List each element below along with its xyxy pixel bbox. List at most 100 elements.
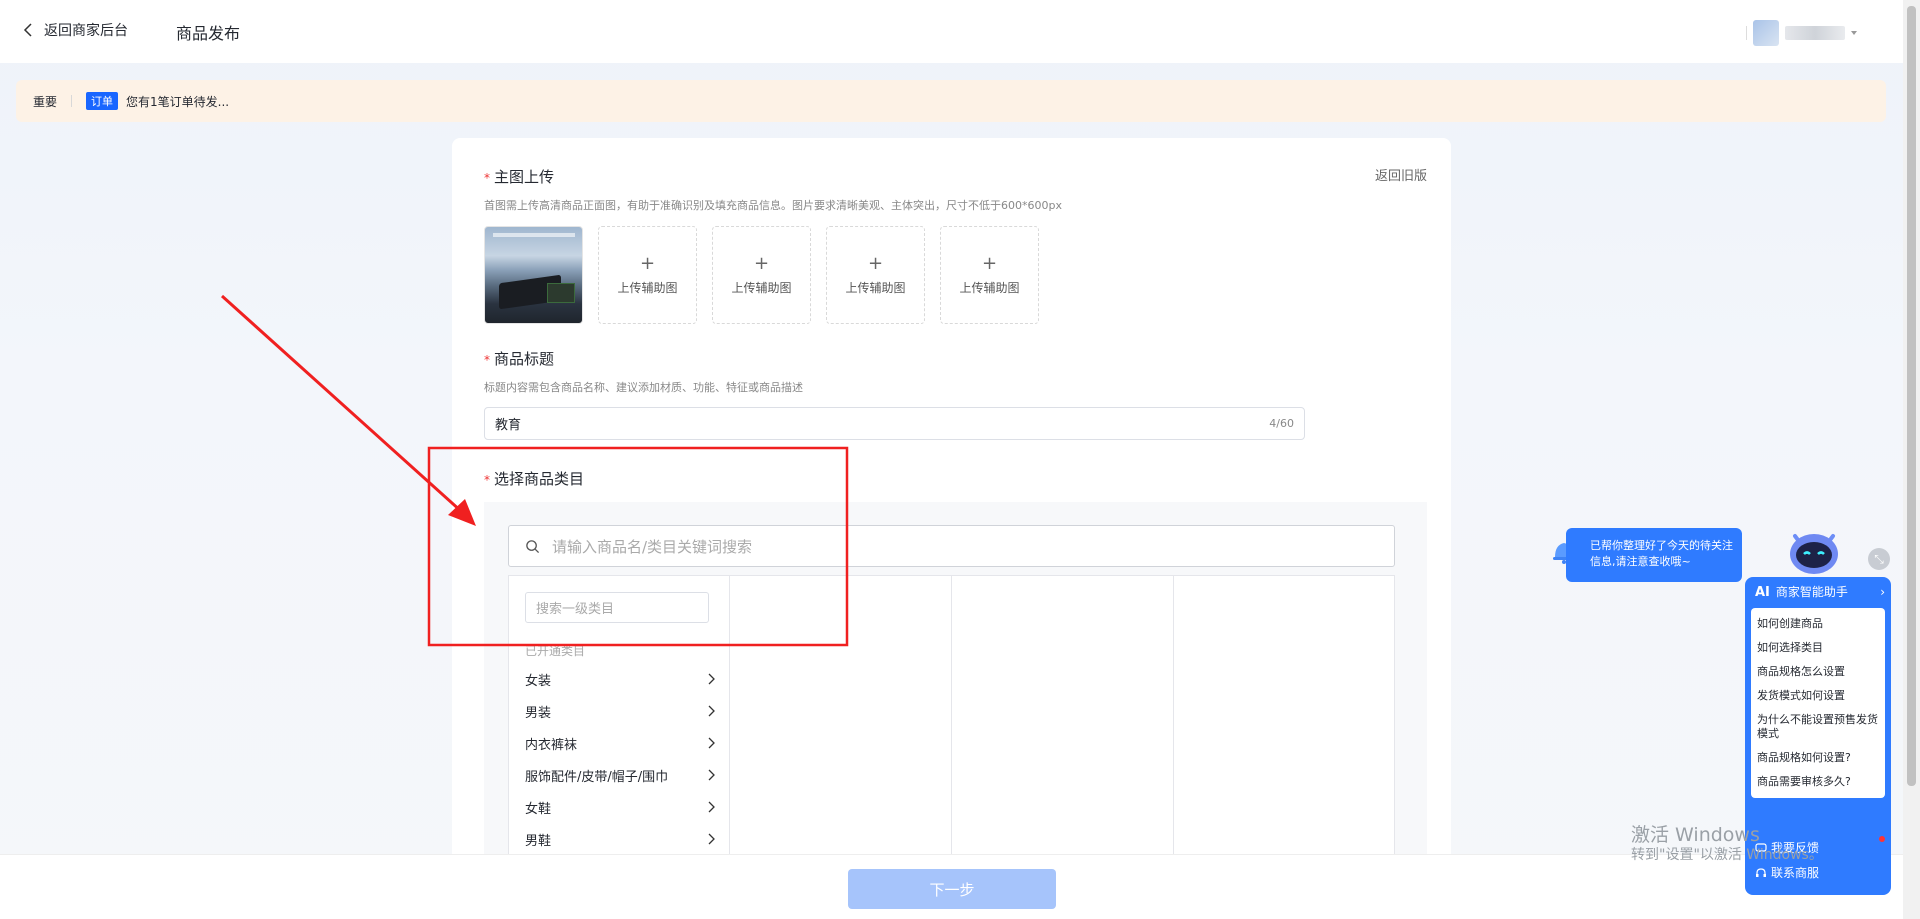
image-header-strip	[493, 233, 575, 237]
category-item-label: 男装	[525, 705, 552, 721]
upload-label: 上传辅助图	[617, 280, 678, 295]
ai-assistant-title: 商家智能助手	[1775, 585, 1848, 599]
upload-label: 上传辅助图	[959, 280, 1020, 295]
main-image-label-text: 主图上传	[494, 168, 555, 186]
category-item-label: 男鞋	[525, 833, 552, 849]
required-mark: *	[484, 353, 490, 367]
notice-important-label: 重要	[33, 94, 58, 109]
ai-assistant-header[interactable]: AI 商家智能助手 ›	[1755, 583, 1885, 601]
ai-question-item[interactable]: 如何选择类目	[1751, 636, 1885, 660]
chevron-right-icon	[708, 737, 715, 749]
caret-down-icon	[1851, 31, 1857, 35]
category-level2-column	[730, 576, 952, 897]
chevron-right-icon	[708, 801, 715, 813]
category-item[interactable]: 男鞋	[525, 828, 715, 850]
notice-bar: 重要 订单 您有1笔订单待发...	[16, 80, 1886, 122]
plus-icon: +	[639, 252, 656, 274]
assistant-robot-icon[interactable]	[1785, 526, 1843, 578]
product-title-label: * 商品标题	[484, 348, 554, 369]
product-title-hint: 标题内容需包含商品名称、建议添加材质、功能、特征或商品描述	[484, 381, 803, 394]
notice-text[interactable]: 您有1笔订单待发...	[126, 93, 229, 110]
category-item[interactable]: 女装	[525, 668, 715, 690]
page-title: 商品发布	[176, 24, 241, 43]
upload-aux-image-1[interactable]: + 上传辅助图	[598, 226, 697, 324]
chevron-right-icon: ›	[1880, 584, 1885, 599]
plus-icon: +	[981, 252, 998, 274]
chevron-right-icon	[708, 769, 715, 781]
user-name-blurred	[1785, 26, 1845, 40]
category-item[interactable]: 服饰配件/皮带/帽子/围巾	[525, 764, 715, 786]
product-title-value: 教育	[495, 418, 522, 433]
category-item[interactable]: 男装	[525, 700, 715, 722]
back-label: 返回商家后台	[44, 23, 128, 39]
main-image-hint: 首图需上传高清商品正面图，有助于准确识别及填充商品信息。图片要求清晰美观、主体突…	[484, 199, 1062, 212]
level1-search-input[interactable]: 搜索一级类目	[525, 592, 709, 623]
product-title-input[interactable]: 教育 4/60	[484, 407, 1305, 440]
image-product-cartridge	[547, 283, 575, 303]
ai-question-item[interactable]: 为什么不能设置预售发货模式	[1751, 708, 1885, 746]
upload-aux-image-3[interactable]: + 上传辅助图	[826, 226, 925, 324]
top-bar: 返回商家后台 商品发布	[0, 0, 1903, 63]
chevron-right-icon	[708, 705, 715, 717]
ai-question-list: 如何创建商品 如何选择类目 商品规格怎么设置 发货模式如何设置 为什么不能设置预…	[1751, 608, 1885, 798]
chevron-right-icon	[708, 673, 715, 685]
category-search-placeholder: 请输入商品名/类目关键词搜索	[552, 537, 753, 556]
category-label-text: 选择商品类目	[494, 470, 585, 488]
plus-icon: +	[753, 252, 770, 274]
notification-dot	[1879, 836, 1885, 842]
category-item-label: 女装	[525, 673, 552, 689]
main-image-label: * 主图上传	[484, 166, 554, 187]
ai-question-item[interactable]: 如何创建商品	[1751, 612, 1885, 636]
watermark-line1: 激活 Windows	[1631, 824, 1760, 846]
back-to-old-version-link[interactable]: 返回旧版	[1375, 165, 1427, 184]
main-product-image[interactable]	[484, 226, 583, 324]
category-label: * 选择商品类目	[484, 468, 584, 489]
required-mark: *	[484, 171, 490, 185]
collapse-icon[interactable]: ⤡	[1868, 548, 1890, 570]
upload-label: 上传辅助图	[731, 280, 792, 295]
ai-question-item[interactable]: 商品规格怎么设置	[1751, 660, 1885, 684]
upload-label: 上传辅助图	[845, 280, 906, 295]
contact-service-button[interactable]: 联系商服	[1755, 864, 1819, 881]
next-step-button[interactable]: 下一步	[848, 869, 1056, 909]
plus-icon: +	[867, 252, 884, 274]
bottom-action-bar: 下一步	[0, 854, 1903, 919]
category-level4-column	[1174, 576, 1394, 897]
opened-categories-label: 已开通类目	[525, 644, 586, 658]
divider	[71, 95, 73, 107]
notice-order-tag: 订单	[86, 92, 119, 110]
category-columns: 搜索一级类目 已开通类目 女装 男装 内衣裤袜 服饰配件/皮带/帽子/围巾 女鞋…	[508, 575, 1395, 898]
category-item-label: 内衣裤袜	[525, 737, 578, 753]
ai-question-item[interactable]: 商品规格如何设置?	[1751, 746, 1885, 770]
required-mark: *	[484, 473, 490, 487]
chevron-right-icon	[708, 833, 715, 845]
level1-search-placeholder: 搜索一级类目	[536, 602, 615, 617]
category-item[interactable]: 内衣裤袜	[525, 732, 715, 754]
annotation-arrow-line	[220, 294, 464, 514]
search-icon	[526, 539, 540, 553]
assistant-tip-bubble[interactable]: 已帮你整理好了今天的待关注信息,请注意查收哦~	[1566, 528, 1742, 582]
category-item[interactable]: 女鞋	[525, 796, 715, 818]
back-to-merchant-button[interactable]: 返回商家后台	[22, 20, 128, 40]
category-search-input[interactable]: 请输入商品名/类目关键词搜索	[508, 525, 1395, 567]
divider	[1746, 26, 1747, 40]
category-selector-panel: 请输入商品名/类目关键词搜索 搜索一级类目 已开通类目 女装 男装 内衣裤袜 服…	[484, 502, 1427, 898]
windows-activation-watermark: 激活 Windows 转到"设置"以激活 Windows。	[1631, 825, 1823, 865]
product-title-label-text: 商品标题	[494, 350, 555, 368]
ai-label: AI	[1755, 585, 1770, 600]
avatar	[1753, 20, 1779, 46]
upload-aux-image-4[interactable]: + 上传辅助图	[940, 226, 1039, 324]
contact-service-label: 联系商服	[1771, 866, 1820, 880]
category-item-label: 服饰配件/皮带/帽子/围巾	[525, 769, 669, 785]
page-scrollbar[interactable]	[1903, 0, 1920, 919]
title-char-counter: 4/60	[1269, 417, 1294, 430]
watermark-line2: 转到"设置"以激活 Windows。	[1631, 847, 1823, 863]
user-menu[interactable]	[1746, 20, 1857, 46]
upload-aux-image-2[interactable]: + 上传辅助图	[712, 226, 811, 324]
chevron-left-icon	[23, 23, 32, 37]
category-level3-column	[952, 576, 1174, 897]
ai-question-item[interactable]: 商品需要审核多久?	[1751, 770, 1885, 794]
ai-question-item[interactable]: 发货模式如何设置	[1751, 684, 1885, 708]
category-item-label: 女鞋	[525, 801, 552, 817]
scrollbar-thumb[interactable]	[1907, 6, 1916, 786]
